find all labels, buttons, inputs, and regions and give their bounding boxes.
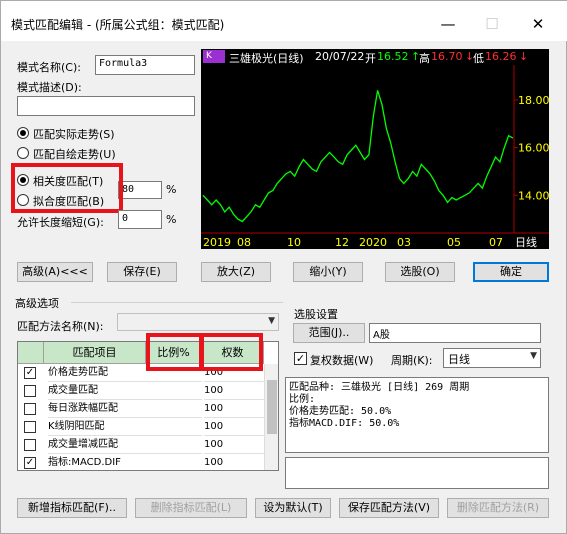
check-icon: ✓ [295,352,306,365]
check-icon: ✓ [25,367,35,378]
time-tick-label: 2019 [203,236,231,249]
header-match-item[interactable]: 匹配项目 [44,342,146,364]
name-input[interactable]: Formula3 [95,55,195,75]
add-indicator-button[interactable]: 新增指标匹配(F).. [17,498,127,518]
period-label: 周期(K): [391,354,433,367]
time-tick-label: 03 [397,236,411,249]
select-stocks-button[interactable]: 选股(O) [385,262,455,282]
highlight-box-weight [199,333,263,371]
correlation-input[interactable]: 80 [118,181,162,199]
price-tick-label: 14.00 [518,189,549,202]
maximize-button: ☐ [485,15,499,33]
time-tick-label: 08 [237,236,251,249]
ok-button[interactable]: 确定 [473,262,549,282]
row-name[interactable]: 每日涨跌幅匹配 [48,400,146,418]
row-ratio[interactable] [146,400,202,418]
chevron-down-icon: ▼ [268,316,275,326]
check-icon: ✓ [25,457,35,468]
time-tick-label: 12 [335,236,349,249]
row-name[interactable]: 成交量匹配 [48,382,146,400]
delete-indicator-button: 删除指标匹配(L) [135,498,247,518]
window-title: 模式匹配编辑 - (所属公式组：模式匹配) [11,18,225,32]
table-scrollbar-thumb[interactable] [267,380,277,434]
time-tick-label: 2020 [359,236,387,249]
row-ratio[interactable] [146,382,202,400]
allow-shorten-input[interactable]: 0 [118,210,162,229]
allow-shorten-label: 允许长度缩短(G): [17,216,104,229]
percent-label: % [166,183,177,196]
dialog-window: 模式匹配编辑 - (所属公式组：模式匹配) — ☐ ✕ 模式名称(C): For… [0,0,567,534]
restore-data-label: 复权数据(W) [310,354,374,367]
highlight-box-ratio [146,333,204,371]
row-name[interactable]: 成交量增减匹配 [48,436,146,454]
close-button[interactable]: ✕ [523,11,553,37]
range-value: A股 [369,323,541,343]
title-bar: 模式匹配编辑 - (所属公式组：模式匹配) — ☐ ✕ [1,1,567,41]
radio-match-custom[interactable] [17,147,29,159]
save-button[interactable]: 保存(E) [107,262,177,282]
period-label: 日线 [515,235,537,249]
price-chart[interactable]: K 三雄极光(日线) 20/07/22 开 16.52 ↑ 高 16.70 ↓ … [201,49,549,249]
advanced-button[interactable]: 高级(A)<<< [17,262,93,282]
table-corner [18,342,44,364]
row-weight[interactable]: 100 [204,382,264,400]
summary-textarea[interactable]: 匹配品种: 三雄极光 [日线] 269 周期 比例: 价格走势匹配: 50.0%… [285,377,549,453]
advanced-separator [71,302,283,303]
period-value: 日线 [448,353,470,366]
row-checkbox[interactable]: ✓ [24,367,36,379]
row-checkbox[interactable] [24,403,36,415]
highlight-box-radios [11,163,123,213]
chevron-down-icon: ▼ [530,351,537,361]
row-ratio[interactable] [146,436,202,454]
set-default-button[interactable]: 设为默认(T) [255,498,331,518]
row-name[interactable]: 指标:MACD.DIF [48,454,146,470]
table-scrollbar[interactable] [264,364,278,470]
row-checkbox[interactable] [24,385,36,397]
radio-match-actual[interactable] [17,127,29,139]
price-tick-label: 18.00 [518,94,549,107]
time-tick-label: 07 [489,236,503,249]
row-weight[interactable]: 100 [204,418,264,436]
chart-plot: 18.00 16.00 14.00 2019 08 10 12 2020 03 05 07 日线 [201,65,549,249]
notes-textarea[interactable] [285,457,549,489]
zoom-in-button[interactable]: 放大(Z) [201,262,271,282]
row-ratio[interactable] [146,454,202,470]
zoom-out-button[interactable]: 缩小(Y) [293,262,363,282]
minimize-button[interactable]: — [433,11,463,37]
stock-select-section-label: 选股设置 [294,308,338,321]
period-combo[interactable]: 日线 ▼ [443,348,541,368]
row-name[interactable]: 价格走势匹配 [48,364,146,382]
percent-label-2: % [166,213,177,226]
name-label: 模式名称(C): [17,61,81,74]
desc-input[interactable] [17,96,195,116]
advanced-section-label: 高级选项 [15,297,59,310]
method-name-label: 匹配方法名称(N): [17,320,104,333]
save-method-button[interactable]: 保存匹配方法(V) [339,498,439,518]
radio-match-actual-label: 匹配实际走势(S) [33,128,115,141]
method-name-combo[interactable]: ▼ [117,313,279,331]
range-button[interactable]: 范围(J).. [293,323,365,343]
desc-label: 模式描述(D): [17,81,82,94]
row-weight[interactable]: 100 [204,436,264,454]
delete-method-button: 删除匹配方法(R) [447,498,549,518]
time-tick-label: 05 [447,236,461,249]
price-series-line [202,90,514,223]
row-checkbox[interactable]: ✓ [24,457,36,469]
row-ratio[interactable] [146,418,202,436]
row-checkbox[interactable] [24,421,36,433]
restore-data-checkbox[interactable]: ✓ [294,352,307,365]
price-tick-label: 16.00 [518,142,549,155]
row-checkbox[interactable] [24,439,36,451]
row-weight[interactable]: 100 [204,400,264,418]
row-weight[interactable]: 100 [204,454,264,470]
time-tick-label: 10 [287,236,301,249]
radio-match-custom-label: 匹配自绘走势(U) [33,148,116,161]
row-name[interactable]: K线阴阳匹配 [48,418,146,436]
